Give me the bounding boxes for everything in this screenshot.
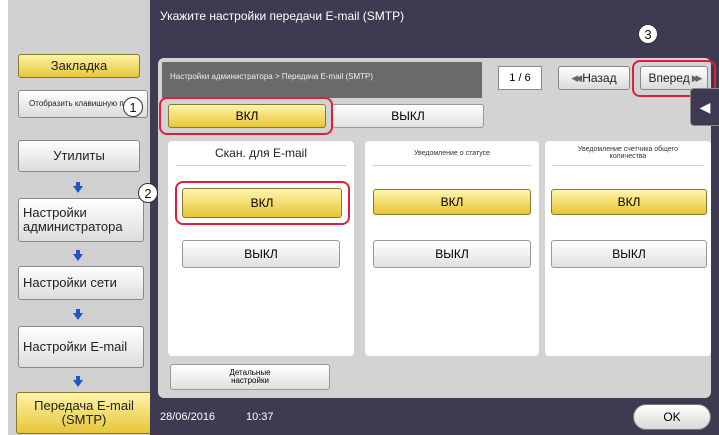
callout-badge: 2 [138, 183, 158, 203]
callout-badge: 3 [638, 24, 658, 44]
admin-settings-button[interactable]: Настройки администратора [18, 198, 144, 242]
email-settings-button[interactable]: Настройки E-mail [18, 326, 144, 368]
status-on-button[interactable]: ВКЛ [373, 189, 531, 215]
down-arrow-icon [73, 182, 83, 193]
counter-off-button[interactable]: ВЫКЛ [551, 240, 707, 268]
back-label: Назад [582, 71, 617, 85]
collapse-arrow-icon: ◀ [699, 98, 711, 115]
page-indicator: 1 / 6 [498, 66, 542, 90]
date-display: 28/06/2016 [160, 411, 216, 423]
status-off-button[interactable]: ВЫКЛ [373, 240, 531, 268]
highlight-ring [159, 97, 333, 135]
callout-badge: 1 [123, 97, 143, 117]
detail-settings-button[interactable]: Детальные настройки [170, 364, 330, 390]
network-settings-button[interactable]: Настройки сети [18, 266, 144, 300]
column-title: Уведомление о статусе [373, 141, 531, 166]
bookmark-button[interactable]: Закладка [18, 54, 140, 78]
time-display: 10:37 [246, 411, 274, 423]
column-title: Уведомление счетчика общего количества [553, 141, 703, 166]
scan-email-off-button[interactable]: ВЫКЛ [182, 240, 340, 268]
main-off-button[interactable]: ВЫКЛ [332, 104, 484, 128]
highlight-ring [175, 181, 350, 225]
page-title: Укажите настройки передачи E-mail (SMTP) [160, 9, 405, 23]
counter-on-button[interactable]: ВКЛ [551, 189, 707, 215]
column-title: Скан. для E-mail [176, 141, 346, 166]
down-arrow-icon [73, 309, 83, 320]
back-arrow-icon: ◀◀ [571, 72, 582, 83]
back-button[interactable]: ◀◀ Назад [558, 66, 630, 90]
ok-button[interactable]: OK [633, 404, 711, 430]
utilities-button[interactable]: Утилиты [18, 140, 140, 172]
down-arrow-icon [73, 250, 83, 261]
smtp-transfer-button[interactable]: Передача E-mail (SMTP) [16, 392, 152, 434]
sidebar: Закладка Отобразить клавишную пане Утили… [8, 0, 152, 435]
down-arrow-icon [73, 376, 83, 387]
side-tab-toggle[interactable]: ◀ [690, 88, 719, 126]
breadcrumb: Настройки администратора > Передача E-ma… [162, 62, 482, 98]
